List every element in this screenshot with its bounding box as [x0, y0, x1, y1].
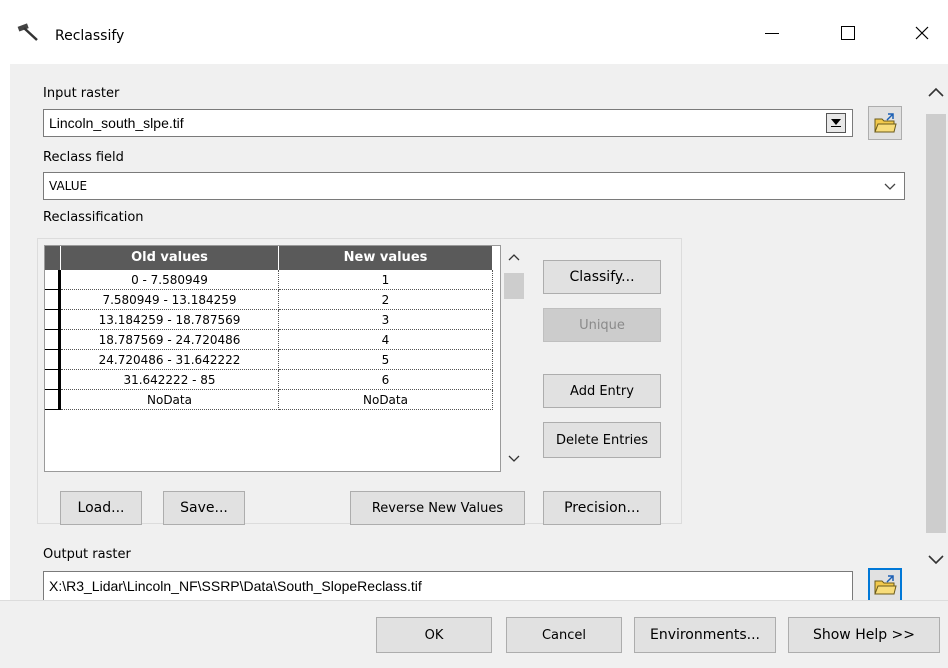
output-raster-browse-button[interactable]: [868, 568, 902, 602]
reverse-new-values-button[interactable]: Reverse New Values: [350, 491, 525, 525]
input-raster-dropdown[interactable]: [826, 113, 846, 133]
output-raster-value: X:\R3_Lidar\Lincoln_NF\SSRP\Data\South_S…: [49, 578, 422, 594]
old-value-cell[interactable]: 13.184259 - 18.787569: [61, 310, 279, 330]
table-scrollbar-thumb[interactable]: [504, 273, 524, 299]
new-value-cell[interactable]: 2: [279, 290, 493, 310]
hammer-icon: [16, 22, 40, 42]
table-row[interactable]: 0 - 7.580949 1: [45, 270, 493, 290]
close-button[interactable]: [896, 10, 948, 56]
reclass-field-label: Reclass field: [43, 150, 124, 165]
load-button[interactable]: Load...: [60, 491, 142, 525]
old-value-cell[interactable]: 0 - 7.580949: [61, 270, 279, 290]
output-raster-field[interactable]: X:\R3_Lidar\Lincoln_NF\SSRP\Data\South_S…: [43, 571, 853, 601]
new-value-cell[interactable]: 6: [279, 370, 493, 390]
table-row[interactable]: 24.720486 - 31.642222 5: [45, 350, 493, 370]
old-value-cell[interactable]: 18.787569 - 24.720486: [61, 330, 279, 350]
add-entry-button[interactable]: Add Entry: [543, 374, 661, 408]
minimize-button[interactable]: [744, 10, 800, 56]
scroll-down-icon[interactable]: [928, 554, 944, 570]
minimize-icon: [765, 32, 779, 34]
dialog-scrollbar-thumb[interactable]: [926, 114, 946, 533]
new-value-cell[interactable]: NoData: [279, 390, 493, 410]
reclass-table[interactable]: Old values New values 0 - 7.580949 1 7.580…: [44, 245, 501, 472]
input-raster-label: Input raster: [43, 86, 120, 101]
table-scroll-up-icon[interactable]: [508, 251, 520, 266]
new-value-cell[interactable]: 4: [279, 330, 493, 350]
input-raster-field[interactable]: Lincoln_south_slpe.tif: [43, 109, 853, 137]
environments-button[interactable]: Environments...: [634, 617, 776, 653]
row-selector[interactable]: [45, 310, 61, 330]
window-title: Reclassify: [55, 28, 125, 44]
input-raster-value: Lincoln_south_slpe.tif: [49, 115, 184, 131]
column-header-new-values[interactable]: New values: [279, 246, 493, 270]
table-row[interactable]: NoData NoData: [45, 390, 493, 410]
precision-button[interactable]: Precision...: [543, 491, 661, 525]
save-button[interactable]: Save...: [163, 491, 245, 525]
old-value-cell[interactable]: 31.642222 - 85: [61, 370, 279, 390]
row-selector[interactable]: [45, 350, 61, 370]
new-value-cell[interactable]: 1: [279, 270, 493, 290]
table-row[interactable]: 7.580949 - 13.184259 2: [45, 290, 493, 310]
new-value-cell[interactable]: 5: [279, 350, 493, 370]
old-value-cell[interactable]: 7.580949 - 13.184259: [61, 290, 279, 310]
old-value-cell[interactable]: NoData: [61, 390, 279, 410]
column-header-old-values[interactable]: Old values: [61, 246, 279, 270]
show-help-button[interactable]: Show Help >>: [788, 617, 940, 653]
reclass-field-value: VALUE: [49, 179, 88, 193]
unique-button[interactable]: Unique: [543, 308, 661, 342]
ok-button[interactable]: OK: [376, 617, 492, 653]
header-corner: [45, 246, 61, 270]
row-selector[interactable]: [45, 290, 61, 310]
cancel-button[interactable]: Cancel: [506, 617, 622, 653]
reclass-table-body: 0 - 7.580949 1 7.580949 - 13.184259 2 13.184…: [45, 270, 493, 410]
input-raster-browse-button[interactable]: [868, 106, 902, 140]
row-selector[interactable]: [45, 390, 61, 410]
maximize-icon: [841, 26, 855, 40]
open-folder-icon: [874, 113, 897, 133]
delete-entries-button[interactable]: Delete Entries: [543, 422, 661, 458]
table-row[interactable]: 31.642222 - 85 6: [45, 370, 493, 390]
classify-button[interactable]: Classify...: [543, 260, 661, 294]
dropdown-arrow-icon: [831, 119, 841, 127]
row-selector[interactable]: [45, 270, 61, 290]
new-value-cell[interactable]: 3: [279, 310, 493, 330]
table-row[interactable]: 13.184259 - 18.787569 3: [45, 310, 493, 330]
reclassification-label: Reclassification: [43, 210, 144, 225]
row-selector[interactable]: [45, 370, 61, 390]
table-scroll-down-icon[interactable]: [508, 453, 520, 468]
close-icon: [915, 26, 929, 40]
table-row[interactable]: 18.787569 - 24.720486 4: [45, 330, 493, 350]
scroll-up-icon[interactable]: [928, 86, 944, 102]
output-raster-label: Output raster: [43, 547, 131, 562]
row-selector[interactable]: [45, 330, 61, 350]
reclass-table-header: Old values New values: [45, 246, 493, 270]
table-scrollbar[interactable]: [502, 245, 526, 472]
reclass-field-select[interactable]: VALUE: [43, 172, 905, 200]
old-value-cell[interactable]: 24.720486 - 31.642222: [61, 350, 279, 370]
open-folder-icon: [874, 575, 897, 595]
title-bar: Reclassify: [0, 0, 948, 62]
maximize-button[interactable]: [820, 10, 876, 56]
chevron-down-icon[interactable]: [884, 180, 896, 195]
